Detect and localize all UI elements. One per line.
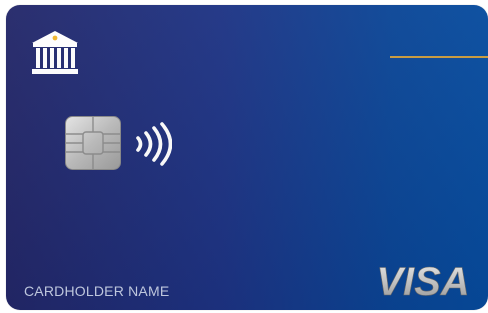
visa-logo: VISA xyxy=(376,260,470,303)
chip-icon xyxy=(65,116,121,170)
accent-line xyxy=(390,56,488,58)
payment-card: CARDHOLDER NAME VISA xyxy=(6,5,488,310)
contactless-icon xyxy=(136,122,172,166)
visa-logo-text: VISA xyxy=(376,260,469,303)
cardholder-name: CARDHOLDER NAME xyxy=(24,283,170,299)
bank-icon xyxy=(32,31,78,74)
